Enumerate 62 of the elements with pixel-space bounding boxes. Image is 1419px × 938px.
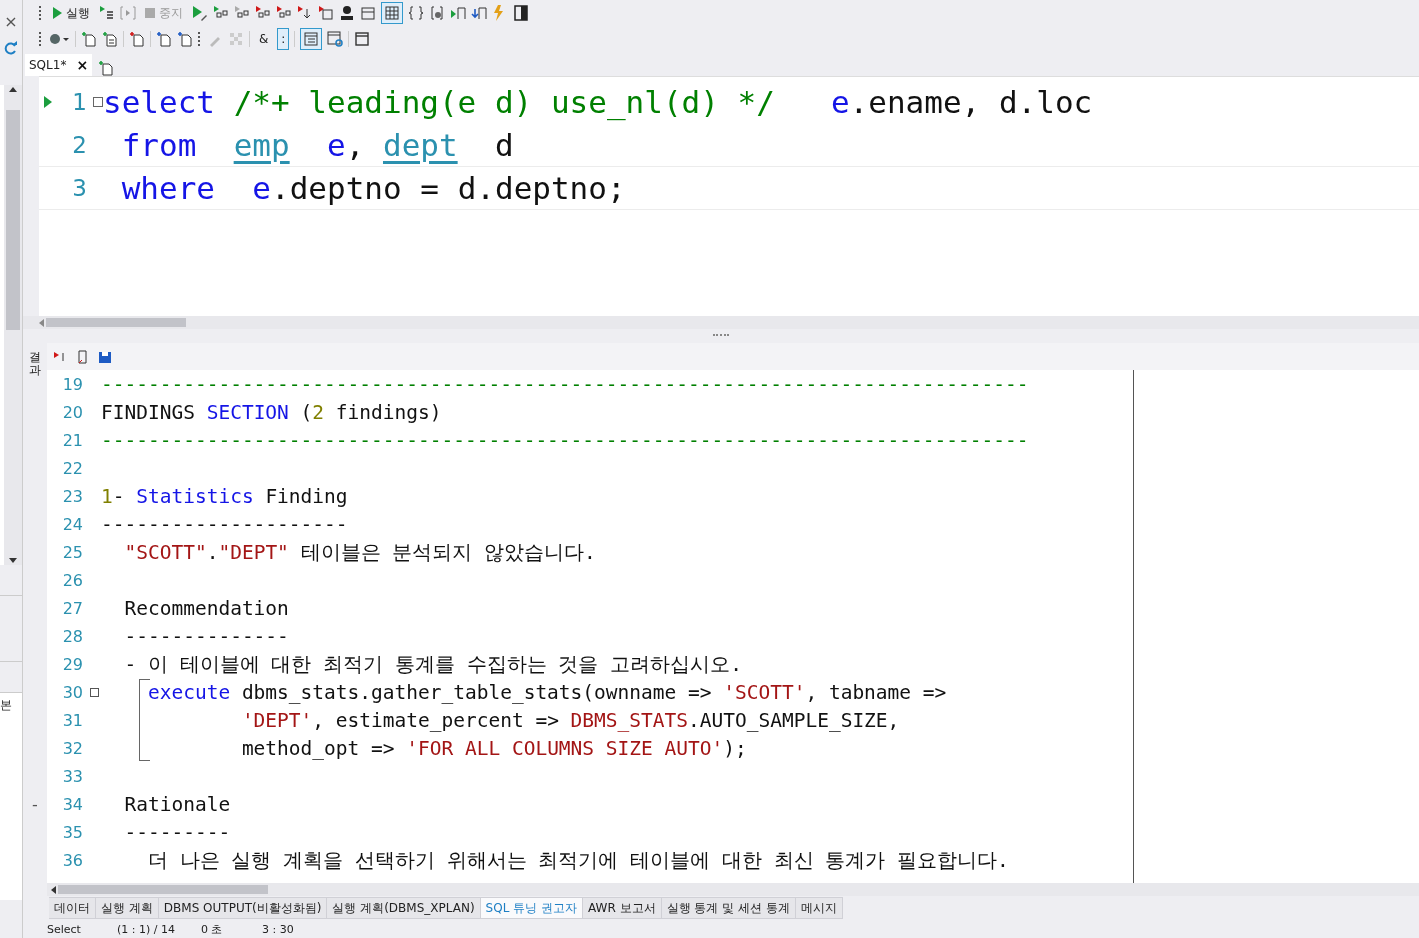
result-tab[interactable]: 실행 통계 및 세션 통계 — [661, 897, 796, 919]
results-label: 결과 — [29, 351, 41, 378]
colon-toggle[interactable]: : — [277, 28, 290, 50]
line-number: 27 — [61, 598, 84, 618]
status-time: 3 : 30 — [262, 922, 295, 936]
line-number: 29 — [61, 654, 84, 674]
result-line: 1- Statistics Finding — [101, 484, 348, 508]
sql-editor[interactable]: 1 select /*+ leading(e d) use_nl(d) */ e.ename, d.loc 2 from emp e, dept d 3 where e.deptno = d.deptno; — [39, 76, 1419, 316]
result-tab[interactable]: 데이터 — [49, 897, 96, 919]
run-button[interactable]: 실행 — [48, 2, 94, 24]
line-number: 30 — [61, 682, 84, 702]
result-line: FINDINGS SECTION (2 findings) — [101, 400, 442, 424]
result-line: --------------------- — [101, 512, 348, 536]
line-number: 25 — [61, 542, 84, 562]
status-mode: Select — [47, 922, 82, 936]
tab-title[interactable]: SQL1* — [29, 58, 67, 72]
result-tab[interactable]: 실행 계획 — [96, 897, 159, 919]
result-tab[interactable]: SQL 튜닝 권고자 — [480, 897, 583, 919]
line-number: 22 — [61, 458, 84, 478]
result-line: method_opt => 'FOR ALL COLUMNS SIZE AUTO'); — [240, 736, 747, 760]
line-number: 23 — [61, 486, 84, 506]
line-number: 1 — [71, 89, 87, 115]
result-tab[interactable]: AWR 보고서 — [583, 897, 662, 919]
close-button[interactable]: × — [76, 57, 89, 73]
line-number: 34 — [61, 794, 84, 814]
result-line: -------------- — [123, 624, 289, 648]
code-line: select /*+ leading(e d) use_nl(d) */ e.ename, d.loc — [103, 84, 1093, 120]
result-line: ------------------------------------------------------------------------------- — [101, 428, 1029, 452]
ampersand-toggle[interactable]: & — [255, 28, 273, 50]
code-line: where e.deptno = d.deptno; — [120, 170, 626, 206]
code-line: from emp e, dept d — [120, 127, 514, 163]
result-line: execute dbms_stats.gather_table_stats(ownname => 'SCOTT', tabname => — [146, 680, 947, 704]
close-icon[interactable]: × — [4, 14, 18, 30]
line-number: 21 — [61, 430, 84, 450]
result-line: "SCOTT"."DEPT" 테이블은 분석되지 않았습니다. — [123, 539, 596, 566]
line-number: 2 — [71, 132, 87, 158]
column-header: 본 — [0, 697, 13, 714]
line-number: 20 — [61, 402, 84, 422]
line-number: 28 — [61, 626, 84, 646]
result-line: - 이 테이블에 대한 최적기 통계를 수집하는 것을 고려하십시오. — [123, 651, 742, 678]
result-line: Rationale — [123, 792, 231, 816]
result-line: 'DEPT', estimate_percent => DBMS_STATS.AUTO_SAMPLE_SIZE, — [240, 708, 900, 732]
line-number: 33 — [61, 766, 84, 786]
result-tab[interactable]: 메시지 — [795, 897, 843, 919]
status-position: (1 : 1) / 14 — [117, 922, 176, 936]
result-line: 더 나은 실행 계획을 선택하기 위해서는 최적기에 테이블에 대한 최신 통계가 필요합니다. — [146, 847, 1009, 874]
status-elapsed: 0 초 — [201, 921, 224, 937]
result-line: ------------------------------------------------------------------------------- — [101, 372, 1029, 396]
line-number: 24 — [61, 514, 84, 534]
line-number: 32 — [61, 738, 84, 758]
line-number: 26 — [61, 570, 84, 590]
result-tab[interactable]: DBMS OUTPUT(비활성화됨) — [158, 897, 328, 919]
result-line: Recommendation — [123, 596, 289, 620]
result-line: --------- — [123, 820, 231, 844]
editor-tab[interactable]: SQL1* × — [25, 54, 93, 76]
line-number: 35 — [61, 822, 84, 842]
line-number: 36 — [61, 850, 84, 870]
result-tab[interactable]: 실행 계획(DBMS_XPLAN) — [327, 897, 481, 919]
line-number: 31 — [61, 710, 84, 730]
line-number: 3 — [71, 175, 87, 201]
collapse-marker[interactable]: - — [32, 797, 38, 814]
line-number: 19 — [61, 374, 84, 394]
